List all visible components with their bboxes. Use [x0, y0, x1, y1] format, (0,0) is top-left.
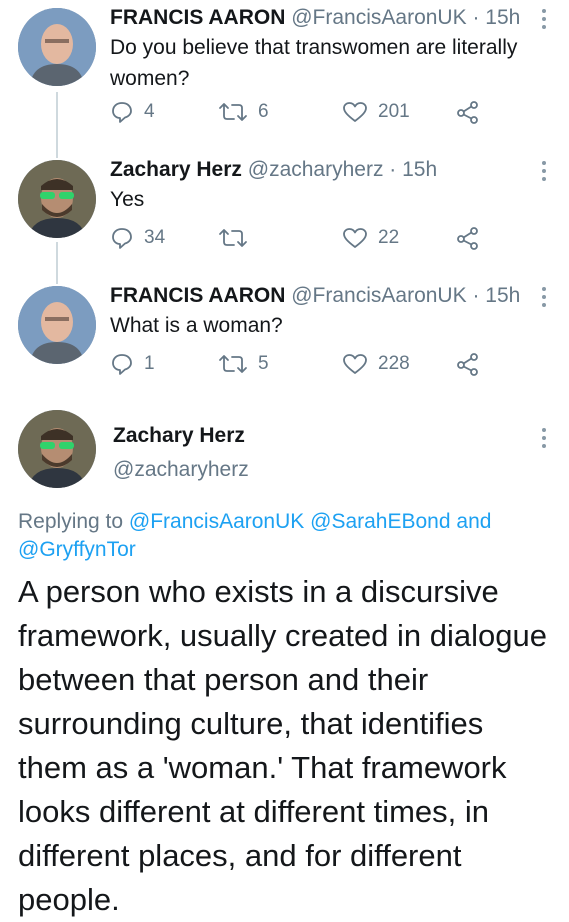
- share-icon: [457, 353, 478, 376]
- author-handle[interactable]: @FrancisAaronUK · 15h: [291, 284, 520, 307]
- tweet-text: What is a woman?: [110, 314, 283, 337]
- reply-button[interactable]: 34: [110, 226, 165, 250]
- share-button[interactable]: [456, 226, 480, 250]
- mention-link[interactable]: @SarahEBond: [310, 510, 450, 533]
- share-button[interactable]: [456, 352, 480, 376]
- like-icon: [343, 102, 367, 122]
- replying-label: Replying to: [18, 510, 124, 533]
- more-options-icon[interactable]: [541, 161, 547, 181]
- tweet[interactable]: FRANCIS AARON @FrancisAaronUK · 15h What…: [0, 282, 569, 402]
- avatar[interactable]: [18, 286, 96, 364]
- avatar[interactable]: [18, 410, 96, 488]
- tweet-text: Do you believe that transwomen are liter…: [110, 36, 518, 90]
- retweet-icon: [219, 103, 247, 121]
- reply-button[interactable]: 1: [110, 352, 155, 376]
- action-bar: 4 6 201: [110, 100, 530, 130]
- like-button[interactable]: 22: [342, 226, 399, 250]
- like-count: 201: [378, 101, 410, 122]
- like-count: 228: [378, 353, 410, 374]
- like-button[interactable]: 201: [342, 100, 410, 124]
- tweet[interactable]: Zachary Herz @zacharyherz · 15h Yes 34 2…: [0, 152, 569, 282]
- retweet-button[interactable]: 5: [218, 352, 269, 376]
- retweet-count: 6: [258, 101, 269, 122]
- reply-icon: [112, 354, 132, 375]
- mention-and: and: [456, 510, 492, 533]
- more-options-icon[interactable]: [541, 287, 547, 307]
- like-count: 22: [378, 227, 400, 248]
- retweet-icon: [219, 355, 247, 373]
- mention-link[interactable]: @GryffynTor: [18, 538, 136, 561]
- author-name[interactable]: FRANCIS AARON: [110, 6, 285, 29]
- more-options-icon[interactable]: [541, 428, 547, 448]
- like-icon: [343, 228, 367, 248]
- mention-link[interactable]: @FrancisAaronUK: [129, 510, 304, 533]
- like-button[interactable]: 228: [342, 352, 410, 376]
- retweet-count: 5: [258, 353, 269, 374]
- avatar[interactable]: [18, 8, 96, 86]
- author-name[interactable]: Zachary Herz: [113, 424, 245, 448]
- reply-count: 34: [144, 227, 166, 248]
- tweet-text: Yes: [110, 188, 145, 211]
- author-handle[interactable]: @zacharyherz · 15h: [248, 158, 437, 181]
- reply-count: 1: [144, 353, 155, 374]
- tweet-text: A person who exists in a discursive fram…: [18, 574, 547, 917]
- author-name[interactable]: FRANCIS AARON: [110, 284, 285, 307]
- retweet-icon: [219, 229, 247, 247]
- avatar[interactable]: [18, 160, 96, 238]
- reply-count: 4: [144, 101, 155, 122]
- retweet-button[interactable]: [218, 226, 258, 250]
- reply-button[interactable]: 4: [110, 100, 155, 124]
- author-handle[interactable]: @zacharyherz: [113, 458, 249, 482]
- replying-to: Replying to @FrancisAaronUK @SarahEBond …: [18, 508, 548, 564]
- share-icon: [457, 227, 478, 250]
- reply-icon: [112, 228, 132, 249]
- share-button[interactable]: [456, 100, 480, 124]
- action-bar: 1 5 228: [110, 352, 530, 382]
- tweet[interactable]: FRANCIS AARON @FrancisAaronUK · 15h Do y…: [0, 0, 569, 150]
- action-bar: 34 22: [110, 226, 530, 256]
- share-icon: [457, 101, 478, 124]
- like-icon: [343, 354, 367, 374]
- retweet-button[interactable]: 6: [218, 100, 269, 124]
- reply-icon: [112, 102, 132, 123]
- more-options-icon[interactable]: [541, 9, 547, 29]
- author-name[interactable]: Zachary Herz: [110, 158, 242, 181]
- author-handle[interactable]: @FrancisAaronUK · 15h: [291, 6, 520, 29]
